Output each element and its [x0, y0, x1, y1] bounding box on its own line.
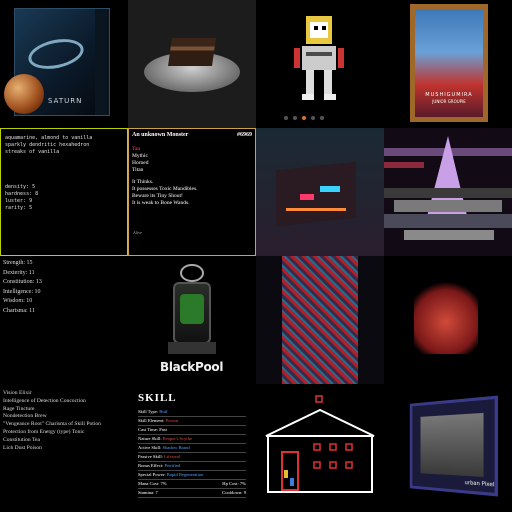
skill-row: Passive Skill: Lifesteal [138, 453, 246, 462]
photo-frame: urban Pixel [409, 395, 499, 497]
carousel-pagination [284, 116, 324, 120]
monster-trait: Mythic [132, 153, 148, 159]
potion-item: Rage Tincture [3, 405, 35, 412]
blackpool-logo: BlackPool [160, 360, 224, 374]
potion-item: Constitution Tea [3, 436, 40, 443]
planet [4, 74, 44, 114]
potion-item: Protection from Energy (type) Tonic [3, 428, 85, 435]
glitch-arm-tile[interactable] [256, 256, 384, 384]
card-line: streaks of vanilla [5, 149, 60, 155]
house-icon [265, 395, 375, 493]
potion-item: Lich Dust Poison [3, 444, 42, 451]
skill-row: Skill Type: Buff [138, 408, 246, 417]
card-line: luster: 9 [5, 198, 33, 204]
card-line: rarity: 5 [5, 205, 33, 211]
monster-trait: Horned [132, 160, 149, 166]
photo-logo: urban Pixel [464, 479, 495, 489]
monster-trait: Titan [132, 167, 144, 173]
blackpool-tile[interactable]: BlackPool [128, 256, 256, 384]
skill-card[interactable]: SKILL Skill Type: Buff Skill Element: Po… [128, 384, 256, 512]
potion-item: Intelligence of Detection Concoction [3, 397, 86, 404]
pagination-dot[interactable] [284, 116, 288, 120]
potion-item: Vision Elixir [3, 390, 32, 396]
hand-tile[interactable] [384, 256, 512, 384]
skill-row: Active Skill: Shadow Brand [138, 444, 246, 453]
hand-art [414, 274, 478, 354]
card-line: aquamarine, almond to vanilla [5, 135, 93, 141]
poster-caption: MUSHIGUMIRA [425, 92, 473, 98]
monster-desc: It is weak to Bone Wands. [132, 200, 190, 206]
monster-desc: Beware its Tiny Shout! [132, 193, 183, 199]
skill-row: Skill Element: Poison [138, 417, 246, 426]
skill-row: Cast Time: Fast [138, 426, 246, 435]
pagination-dot[interactable] [293, 116, 297, 120]
monster-desc: It Thinks. [132, 179, 154, 185]
gem-text-card[interactable]: aquamarine, almond to vanilla sparkly de… [0, 128, 128, 256]
tank-top [180, 264, 204, 282]
pixel-robot-icon [294, 16, 344, 100]
tank-base [168, 342, 216, 354]
neon-sign [300, 194, 314, 200]
saturn-label: SATURN [48, 97, 83, 105]
potion-item: "Vengeance Root" Charisma of Skill Potio… [3, 421, 101, 428]
pagination-dot[interactable] [320, 116, 324, 120]
cake-tile[interactable] [128, 0, 256, 128]
monster-trait: Tan [132, 146, 141, 152]
glitch-art [384, 136, 512, 240]
pagination-dot[interactable] [311, 116, 315, 120]
monster-title: An unknown Monster [132, 132, 189, 138]
card-line: density: 5 [5, 184, 36, 190]
potion-list-tile[interactable]: Vision Elixir Intelligence of Detection … [0, 384, 128, 512]
monster-footer: Alive [133, 230, 142, 235]
framed-photo-tile[interactable]: urban Pixel [384, 384, 512, 512]
pagination-dot-active[interactable] [302, 116, 306, 120]
glitch-mountain-tile[interactable] [384, 128, 512, 256]
poster-subcaption: JUNIOR GROUPIE [432, 99, 466, 104]
skill-row: Bonus Effect: Petrified [138, 462, 246, 471]
neon-sign [320, 186, 340, 192]
stat-line: Charisma: 11 [3, 307, 35, 314]
building [276, 161, 356, 227]
stat-line: Dexterity: 11 [3, 269, 35, 276]
card-line: sparkly dendritic hexahedron [5, 142, 90, 148]
poster-tile[interactable]: MUSHIGUMIRA JUNIOR GROUPIE [384, 0, 512, 128]
glitch-arm-art [282, 256, 358, 384]
photo [420, 412, 484, 477]
poster-frame [410, 4, 488, 122]
skill-heading: SKILL [138, 392, 177, 404]
skill-pair-row: Stamina: 7 Cooldown: 9 [138, 489, 246, 498]
neon-sign [286, 208, 346, 211]
pixel-robot-tile[interactable] [256, 0, 384, 128]
stat-line: Constitution: 13 [3, 279, 42, 285]
tank-glow [180, 294, 204, 324]
saturn-box-tile[interactable]: SATURN [0, 0, 128, 128]
stats-tile[interactable]: Strength: 15 Dexterity: 11 Constitution:… [0, 256, 128, 384]
skill-row: Special Power: Rapid Regeneration [138, 471, 246, 480]
monster-desc: It possesses Toxic Mandibles. [132, 186, 198, 192]
monster-id: #6969 [237, 132, 252, 138]
skill-pair-row: Mana Cost: 7% Hp Cost: 7% [138, 480, 246, 489]
skill-row: Nature Skill: Reaper's Scythe [138, 435, 246, 444]
pixel-house-tile[interactable] [256, 384, 384, 512]
monster-card[interactable]: An unknown Monster #6969 Tan Mythic Horn… [128, 128, 256, 256]
card-line: hardness: 8 [5, 191, 39, 197]
stat-line: Wisdom: 10 [3, 298, 33, 304]
stat-line: Strength: 15 [3, 260, 33, 266]
cake [168, 38, 216, 66]
cyber-building-tile[interactable] [256, 128, 384, 256]
stat-line: Intelligence: 10 [3, 288, 41, 295]
